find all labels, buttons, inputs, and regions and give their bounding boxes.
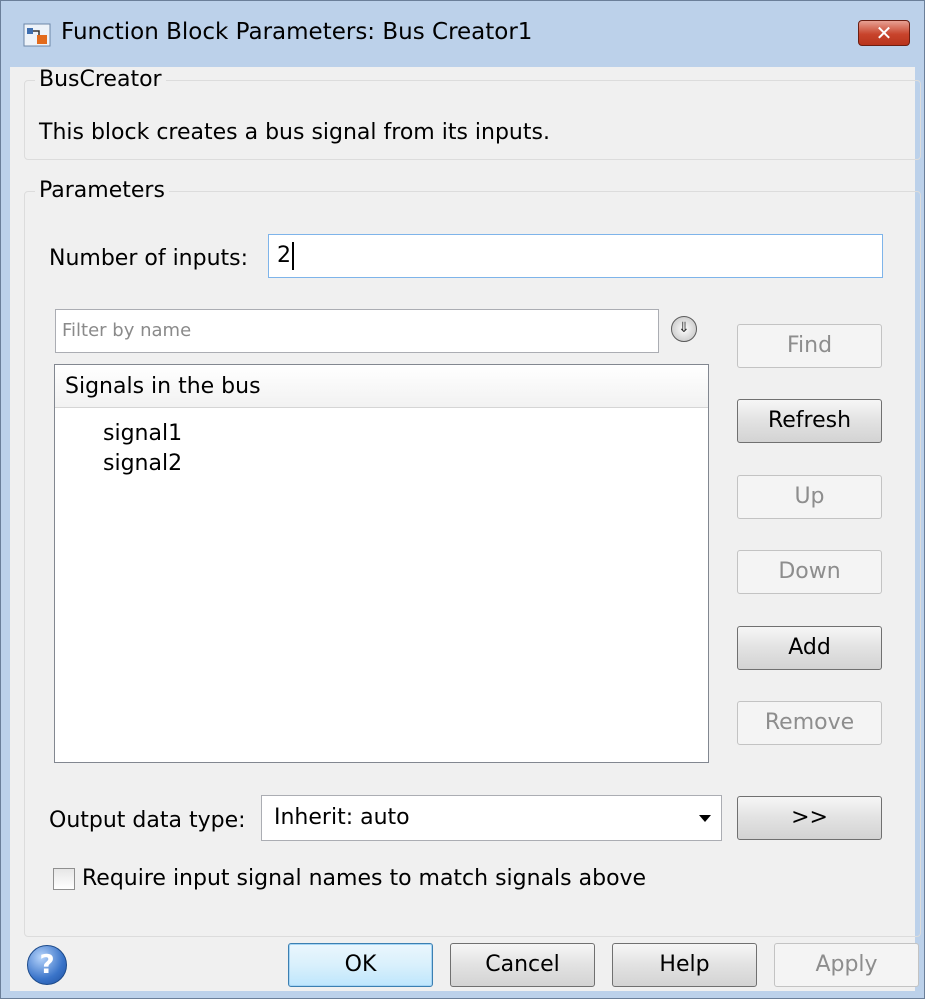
list-item[interactable]: signal1 [103,421,182,446]
window-title: Function Block Parameters: Bus Creator1 [61,19,533,45]
apply-button[interactable]: Apply [774,943,919,987]
require-names-checkbox[interactable] [53,868,75,890]
dropdown-arrow-icon [699,815,711,822]
dialog-window: Function Block Parameters: Bus Creator1 … [0,0,925,999]
number-of-inputs-field[interactable]: 2 [268,234,883,278]
number-of-inputs-value: 2 [277,243,291,268]
output-data-type-label: Output data type: [49,808,246,833]
parameters-group-title: Parameters [35,178,169,203]
block-parameters-icon [23,23,51,47]
block-description-group: BusCreator This block creates a bus sign… [24,67,921,160]
filter-placeholder: Filter by name [62,320,192,341]
signals-list[interactable]: Signals in the bus signal1 signal2 [54,364,709,763]
text-caret [292,242,294,270]
output-data-type-select[interactable]: Inherit: auto [261,795,722,841]
close-icon: ✕ [875,21,893,45]
output-data-type-value: Inherit: auto [274,805,410,830]
signals-list-header: Signals in the bus [55,365,708,408]
number-of-inputs-label: Number of inputs: [49,246,249,271]
expand-filter-options-icon[interactable]: ⇓ [671,316,697,342]
block-description: This block creates a bus signal from its… [39,120,550,145]
up-button[interactable]: Up [737,475,882,519]
down-button[interactable]: Down [737,550,882,594]
find-button[interactable]: Find [737,324,882,368]
dialog-body: BusCreator This block creates a bus sign… [10,67,921,991]
help-button[interactable]: Help [612,943,757,987]
close-button[interactable]: ✕ [858,20,910,46]
data-type-assistant-button[interactable]: >> [737,796,882,840]
cancel-button[interactable]: Cancel [450,943,595,987]
add-button[interactable]: Add [737,626,882,670]
block-group-title: BusCreator [35,67,166,92]
title-bar[interactable]: Function Block Parameters: Bus Creator1 … [1,1,924,67]
list-item[interactable]: signal2 [103,451,182,476]
parameters-group: Parameters Number of inputs: 2 Filter by… [24,178,921,937]
help-question-icon[interactable]: ? [27,945,67,985]
require-names-label: Require input signal names to match sign… [82,866,647,891]
filter-input[interactable]: Filter by name [55,309,659,353]
remove-button[interactable]: Remove [737,701,882,745]
refresh-button[interactable]: Refresh [737,399,882,443]
ok-button[interactable]: OK [288,943,433,987]
